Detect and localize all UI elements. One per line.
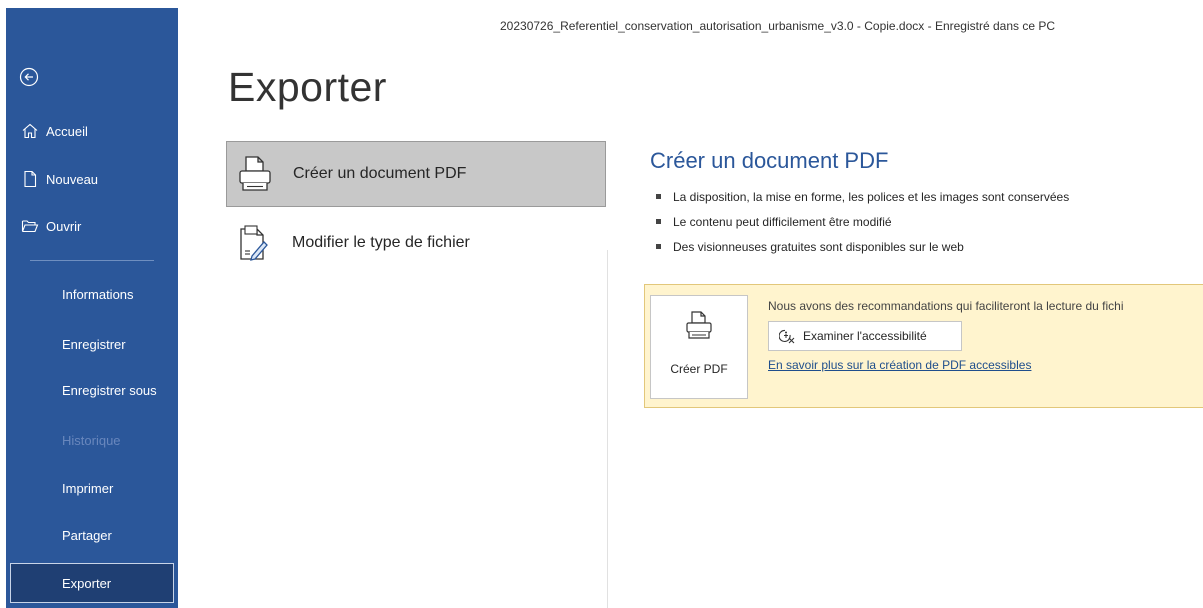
details-title: Créer un document PDF xyxy=(650,148,889,173)
nav-enregistrer-sous[interactable]: Enregistrer sous xyxy=(6,370,178,410)
nav-ouvrir-label: Ouvrir xyxy=(46,218,82,234)
folder-open-icon xyxy=(20,216,40,236)
details-bullets: La disposition, la mise en forme, les po… xyxy=(656,184,1069,259)
back-arrow-icon xyxy=(19,67,39,92)
create-pdf-label: Créer PDF xyxy=(670,362,728,376)
nav-accueil-label: Accueil xyxy=(46,123,88,139)
change-file-type-icon xyxy=(234,223,274,263)
nav-enregistrer[interactable]: Enregistrer xyxy=(6,324,178,364)
nav-exporter[interactable]: Exporter xyxy=(10,563,174,603)
option-create-pdf-label: Créer un document PDF xyxy=(293,165,467,182)
nav-accueil[interactable]: Accueil xyxy=(6,114,178,148)
check-accessibility-label: Examiner l'accessibilité xyxy=(803,329,927,343)
backstage-sidebar: Accueil Nouveau Ouvrir Informations Enre… xyxy=(6,8,178,608)
nav-informations-label: Informations xyxy=(62,286,134,302)
pdf-document-icon xyxy=(683,310,715,342)
nav-partager[interactable]: Partager xyxy=(6,515,178,555)
nav-historique-label: Historique xyxy=(62,432,121,448)
bullet-item: Des visionneuses gratuites sont disponib… xyxy=(656,234,1069,259)
option-change-file-type[interactable]: Modifier le type de fichier xyxy=(226,210,606,276)
pdf-document-icon xyxy=(235,154,275,194)
nav-nouveau[interactable]: Nouveau xyxy=(6,162,178,196)
check-accessibility-button[interactable]: Examiner l'accessibilité xyxy=(768,321,962,351)
nav-informations[interactable]: Informations xyxy=(6,274,178,314)
nav-enregistrer-label: Enregistrer xyxy=(62,336,126,352)
bullet-item: Le contenu peut difficilement être modif… xyxy=(656,209,1069,234)
nav-exporter-label: Exporter xyxy=(62,575,112,591)
create-pdf-button[interactable]: Créer PDF xyxy=(650,295,748,399)
learn-more-accessible-pdf-link[interactable]: En savoir plus sur la création de PDF ac… xyxy=(768,358,1031,372)
nav-ouvrir[interactable]: Ouvrir xyxy=(6,209,178,243)
nav-imprimer-label: Imprimer xyxy=(62,480,114,496)
bullet-item: La disposition, la mise en forme, les po… xyxy=(656,184,1069,209)
home-icon xyxy=(20,121,40,141)
nav-nouveau-label: Nouveau xyxy=(46,171,99,187)
new-document-icon xyxy=(20,169,40,189)
nav-imprimer[interactable]: Imprimer xyxy=(6,468,178,508)
page-title: Exporter xyxy=(228,64,387,110)
sidebar-divider xyxy=(30,260,154,261)
accessibility-check-icon xyxy=(779,328,797,344)
option-create-pdf[interactable]: Créer un document PDF xyxy=(226,141,606,207)
panel-divider xyxy=(607,250,608,608)
document-title: 20230726_Referentiel_conservation_autori… xyxy=(500,19,1055,33)
nav-enregistrer-sous-label: Enregistrer sous xyxy=(62,382,157,398)
back-button[interactable] xyxy=(16,66,42,92)
nav-partager-label: Partager xyxy=(62,527,112,543)
option-change-file-type-label: Modifier le type de fichier xyxy=(292,234,470,251)
nav-historique: Historique xyxy=(6,420,178,460)
